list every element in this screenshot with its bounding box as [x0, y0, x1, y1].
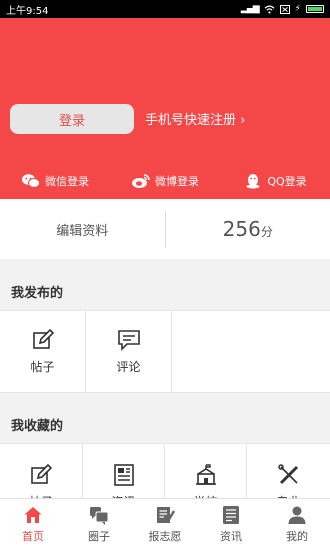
circle-icon	[90, 507, 109, 525]
qq-login-label: QQ登录	[267, 175, 307, 188]
tab-bar: 首页 圈子 报志愿 资讯 我的	[0, 498, 330, 550]
weibo-icon	[132, 174, 150, 188]
apply-icon	[157, 507, 175, 523]
wechat-icon	[22, 174, 40, 188]
tab-circle-label: 圈子	[88, 530, 110, 543]
published-posts[interactable]: 帖子	[0, 311, 86, 392]
user-icon	[288, 506, 306, 524]
weibo-login-label: 微博登录	[155, 175, 199, 188]
edit-icon	[32, 328, 54, 349]
tab-home[interactable]: 首页	[0, 499, 66, 550]
published-comments[interactable]: 评论	[86, 311, 172, 392]
edit-icon	[31, 463, 53, 484]
edit-profile-label: 编辑资料	[56, 223, 109, 239]
charging-icon: ⚡	[294, 4, 301, 14]
register-label: 手机号快速注册	[145, 113, 237, 128]
published-section-title: 我发布的	[0, 272, 330, 310]
profile-bar: 编辑资料 256分	[0, 199, 330, 259]
favorites-section-title: 我收藏的	[0, 405, 330, 443]
tab-apply-label: 报志愿	[148, 530, 182, 543]
login-header: 登录 手机号快速注册 › 微信登录 微博登录 QQ登录	[0, 18, 330, 199]
login-button-label: 登录	[58, 113, 85, 129]
published-comments-label: 评论	[116, 360, 141, 374]
battery-icon	[306, 5, 324, 13]
login-button[interactable]: 登录	[10, 104, 134, 134]
tab-mine-label: 我的	[286, 530, 308, 543]
score-display[interactable]: 256分	[166, 217, 330, 241]
comment-icon	[117, 330, 140, 351]
wifi-icon	[264, 5, 275, 14]
major-icon	[277, 463, 298, 484]
score-value: 256	[222, 217, 261, 241]
score-unit: 分	[260, 225, 273, 239]
wechat-login-label: 微信登录	[45, 175, 89, 188]
tab-news-label: 资讯	[220, 530, 242, 543]
published-grid: 帖子 评论	[0, 310, 330, 393]
tab-apply[interactable]: 报志愿	[132, 499, 198, 550]
favorites-title: 我收藏的	[11, 418, 64, 434]
home-icon	[24, 507, 42, 523]
phone-register-link[interactable]: 手机号快速注册 ›	[145, 109, 245, 128]
published-title: 我发布的	[11, 285, 64, 301]
status-icons: ▂▄▆ ⚡	[241, 4, 324, 14]
edit-profile-button[interactable]: 编辑资料	[0, 220, 165, 239]
tab-circle[interactable]: 圈子	[66, 499, 132, 550]
third-party-login: 微信登录 微博登录 QQ登录	[0, 171, 330, 191]
tab-mine[interactable]: 我的	[264, 499, 330, 550]
status-time: 上午9:54	[6, 5, 49, 17]
weibo-login-button[interactable]: 微博登录	[110, 171, 220, 191]
tab-home-label: 首页	[22, 530, 44, 543]
status-bar: 上午9:54 ▂▄▆ ⚡	[0, 0, 330, 18]
sim-icon	[279, 4, 290, 14]
wechat-login-button[interactable]: 微信登录	[0, 171, 110, 191]
news-icon	[223, 506, 239, 524]
school-icon	[195, 463, 216, 485]
news-icon	[113, 463, 134, 486]
chevron-right-icon: ›	[240, 113, 246, 128]
tab-news[interactable]: 资讯	[198, 499, 264, 550]
score: 256分	[223, 217, 273, 241]
qq-icon	[246, 174, 260, 189]
signal-icon: ▂▄▆	[240, 4, 260, 14]
published-posts-label: 帖子	[30, 360, 55, 374]
qq-login-button[interactable]: QQ登录	[220, 171, 330, 191]
published-empty-cell	[172, 311, 330, 392]
